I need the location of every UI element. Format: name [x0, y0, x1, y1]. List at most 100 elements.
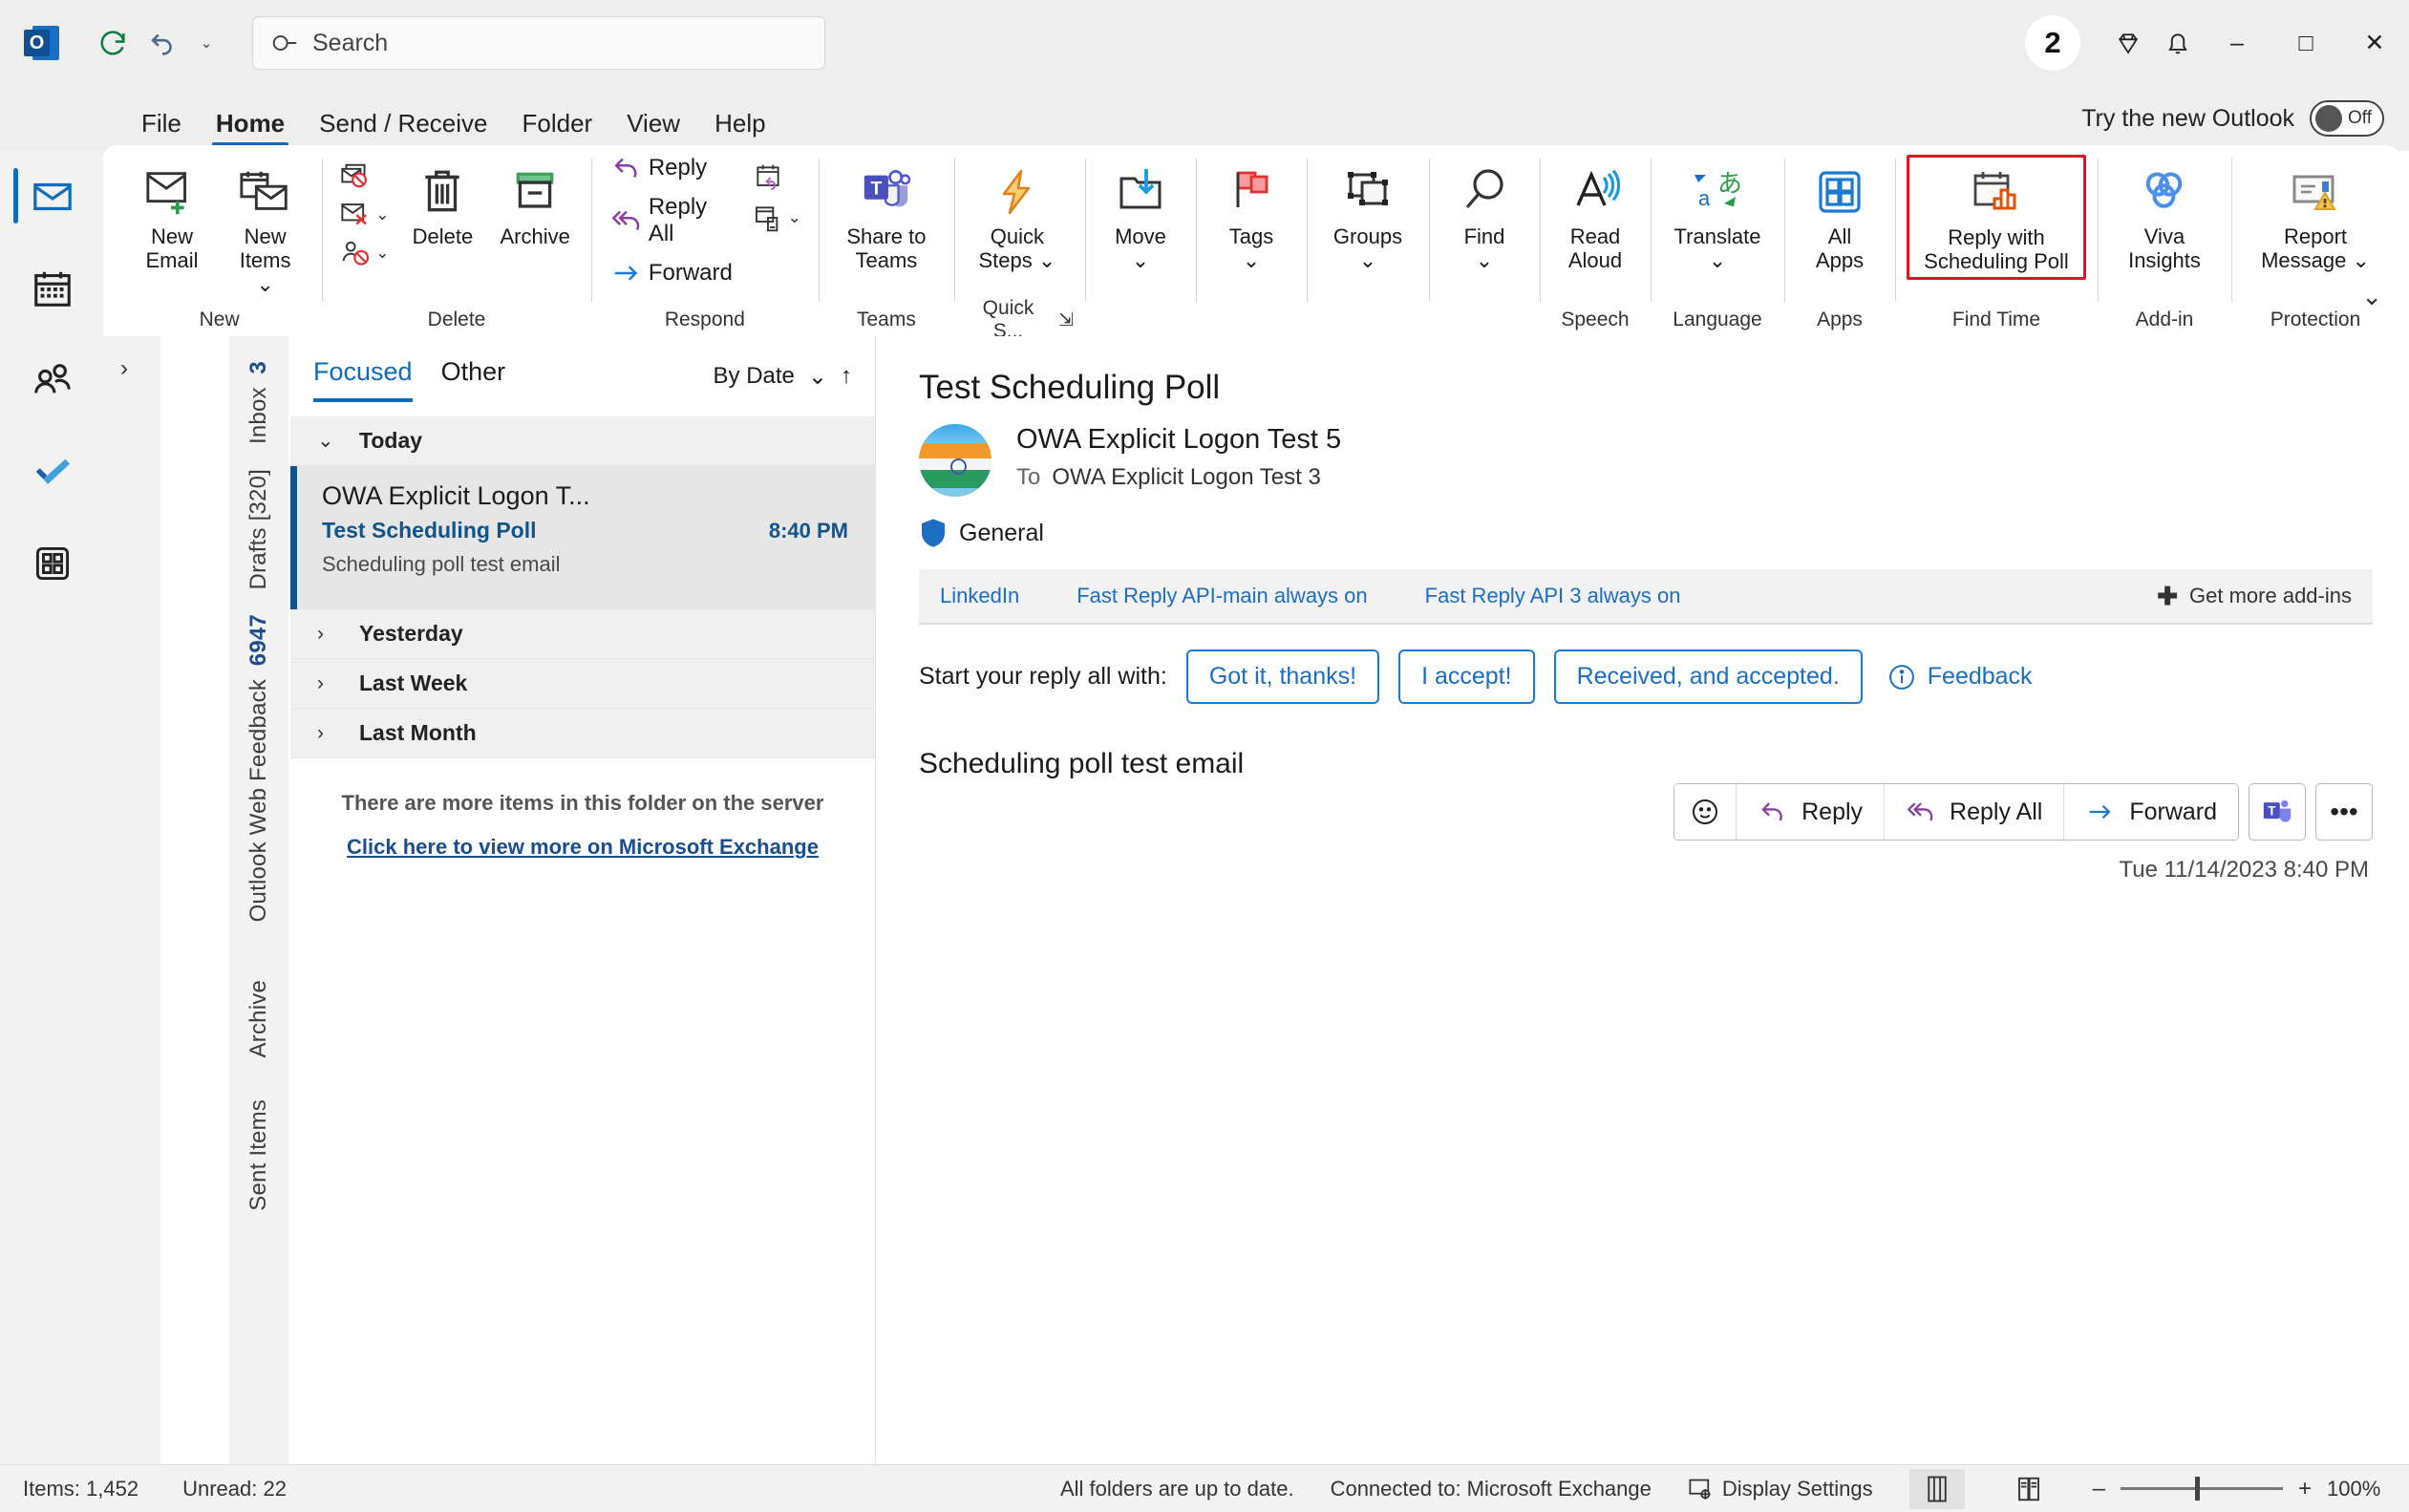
teams-share-button[interactable]: T	[2249, 783, 2306, 841]
mail-list-item[interactable]: OWA Explicit Logon T... Test Scheduling …	[290, 466, 875, 609]
quick-reply-feedback-button[interactable]: Feedback	[1887, 663, 2033, 692]
reply-all-button[interactable]: Reply All	[603, 191, 742, 250]
pivot-focused[interactable]: Focused	[313, 357, 413, 402]
message-to-recipient[interactable]: OWA Explicit Logon Test 3	[1052, 464, 1320, 490]
group-last-month-chevron-icon[interactable]: ›	[317, 722, 336, 745]
new-email-button[interactable]: New Email	[128, 155, 216, 278]
ignore-button[interactable]	[333, 159, 394, 195]
zoom-in-button[interactable]: +	[2298, 1476, 2312, 1502]
emoji-reaction-button[interactable]	[1674, 784, 1737, 840]
reply-all-action-button[interactable]: Reply All	[1884, 784, 2064, 840]
zoom-out-button[interactable]: –	[2093, 1476, 2105, 1502]
respond-chevron-down-icon[interactable]: ⌄	[788, 208, 801, 227]
zoom-control[interactable]: – + 100%	[2093, 1476, 2386, 1502]
rail-mail-icon[interactable]	[0, 151, 105, 243]
forward-button[interactable]: Forward	[603, 256, 742, 290]
folder-inbox[interactable]: Inbox 3	[245, 361, 272, 444]
group-today-chevron-icon[interactable]: ⌄	[317, 429, 336, 453]
reply-with-scheduling-poll-button[interactable]: Reply with Scheduling Poll	[1907, 155, 2086, 281]
qat-chevron-down-icon[interactable]: ⌄	[187, 18, 225, 68]
tab-file[interactable]: File	[124, 96, 199, 151]
expand-folder-pane-chevron-icon[interactable]: ›	[120, 355, 128, 382]
view-more-on-exchange-link[interactable]: Click here to view more on Microsoft Exc…	[290, 835, 875, 860]
folder-drafts[interactable]: Drafts [320]	[245, 469, 272, 589]
minimize-button[interactable]: –	[2203, 11, 2271, 75]
message-from[interactable]: OWA Explicit Logon Test 5	[1016, 424, 1341, 456]
junk-button[interactable]: ⌄	[333, 197, 394, 233]
sort-chevron-down-icon[interactable]: ⌄	[808, 363, 827, 391]
tab-home[interactable]: Home	[199, 96, 302, 151]
reply-button[interactable]: Reply	[603, 151, 742, 185]
notifications-bell-icon[interactable]	[2153, 18, 2203, 68]
zoom-level-label[interactable]: 100%	[2327, 1477, 2386, 1501]
maximize-button[interactable]: □	[2271, 11, 2340, 75]
new-items-button[interactable]: New Items ⌄	[220, 155, 310, 302]
quick-reply-suggestion-2[interactable]: I accept!	[1398, 650, 1535, 704]
archive-button[interactable]: Archive	[490, 155, 579, 254]
send-receive-refresh-icon[interactable]	[88, 18, 138, 68]
tab-folder[interactable]: Folder	[504, 96, 609, 151]
report-message-button[interactable]: Report Message ⌄	[2243, 155, 2388, 278]
quick-steps-button[interactable]: Quick Steps ⌄	[966, 155, 1069, 278]
normal-view-button[interactable]	[1908, 1468, 1965, 1509]
delete-button[interactable]: Delete	[398, 155, 486, 254]
get-more-addins-button[interactable]: ✚ Get more add-ins	[2157, 582, 2352, 611]
folder-archive[interactable]: Archive	[245, 980, 272, 1057]
display-settings-button[interactable]: Display Settings	[1688, 1477, 1873, 1501]
rail-calendar-icon[interactable]	[0, 243, 105, 334]
block-sender-chevron-down-icon[interactable]: ⌄	[375, 244, 389, 263]
rail-people-icon[interactable]	[0, 334, 105, 426]
sort-direction-arrow-icon[interactable]: ↑	[841, 363, 852, 390]
rail-todo-icon[interactable]	[0, 426, 105, 518]
pivot-other[interactable]: Other	[441, 357, 506, 396]
search-input[interactable]: Search	[312, 30, 388, 57]
quick-reply-suggestion-3[interactable]: Received, and accepted.	[1553, 650, 1863, 704]
group-header-yesterday[interactable]: › Yesterday	[290, 609, 875, 659]
quick-steps-dialog-launcher-icon[interactable]: ⇲	[1058, 309, 1074, 331]
tab-help[interactable]: Help	[697, 96, 782, 151]
quick-reply-suggestion-1[interactable]: Got it, thanks!	[1185, 650, 1380, 704]
search-box[interactable]: Search	[252, 16, 825, 70]
more-actions-button[interactable]: •••	[2315, 783, 2373, 841]
zoom-slider-thumb[interactable]	[2194, 1477, 2200, 1501]
close-button[interactable]: ✕	[2340, 11, 2409, 75]
try-new-outlook-toggle[interactable]: Off	[2310, 100, 2384, 137]
group-header-today[interactable]: ⌄ Today	[290, 416, 875, 466]
sender-avatar[interactable]	[919, 424, 991, 497]
account-badge[interactable]: 2	[2025, 15, 2080, 71]
tags-button[interactable]: Tags ⌄	[1207, 155, 1295, 278]
share-to-teams-button[interactable]: T Share to Teams	[830, 155, 943, 278]
all-apps-button[interactable]: All Apps	[1796, 155, 1884, 278]
viva-insights-button[interactable]: Viva Insights	[2109, 155, 2220, 278]
translate-button[interactable]: a あ Translate ⌄	[1662, 155, 1773, 278]
undo-icon[interactable]	[138, 18, 187, 68]
folder-outlook-web-feedback[interactable]: Outlook Web Feedback 6947	[245, 614, 272, 922]
diamond-icon[interactable]	[2103, 18, 2153, 68]
block-sender-button[interactable]: ⌄	[333, 235, 394, 271]
more-respond-button[interactable]: ⌄	[746, 199, 807, 237]
ribbon-collapse-chevron-icon[interactable]: ⌄	[2361, 282, 2382, 311]
reply-action-button[interactable]: Reply	[1736, 784, 1885, 840]
move-button[interactable]: Move ⌄	[1097, 155, 1184, 278]
folder-sent-items[interactable]: Sent Items	[245, 1099, 272, 1211]
reading-view-button[interactable]	[2001, 1469, 2057, 1509]
addin-fast-reply-api-3[interactable]: Fast Reply API 3 always on	[1425, 584, 1681, 608]
find-button[interactable]: Find ⌄	[1440, 155, 1528, 278]
tab-view[interactable]: View	[609, 96, 697, 151]
group-yesterday-chevron-icon[interactable]: ›	[317, 623, 336, 646]
read-aloud-button[interactable]: Read Aloud	[1551, 155, 1639, 278]
meeting-button[interactable]	[746, 159, 807, 197]
group-header-last-month[interactable]: › Last Month	[290, 709, 875, 758]
rail-more-apps-icon[interactable]	[0, 518, 105, 609]
try-new-outlook[interactable]: Try the new Outlook Off	[2081, 100, 2384, 137]
zoom-slider[interactable]	[2120, 1477, 2283, 1501]
addin-fast-reply-api-main[interactable]: Fast Reply API-main always on	[1077, 584, 1367, 608]
addin-linkedin[interactable]: LinkedIn	[940, 584, 1019, 608]
groups-button[interactable]: Groups ⌄	[1318, 155, 1418, 278]
tab-send-receive[interactable]: Send / Receive	[302, 96, 504, 151]
junk-chevron-down-icon[interactable]: ⌄	[375, 205, 389, 224]
group-last-week-chevron-icon[interactable]: ›	[317, 672, 336, 695]
group-header-last-week[interactable]: › Last Week	[290, 659, 875, 709]
sort-by-label[interactable]: By Date	[714, 363, 795, 390]
forward-action-button[interactable]: Forward	[2063, 784, 2238, 840]
